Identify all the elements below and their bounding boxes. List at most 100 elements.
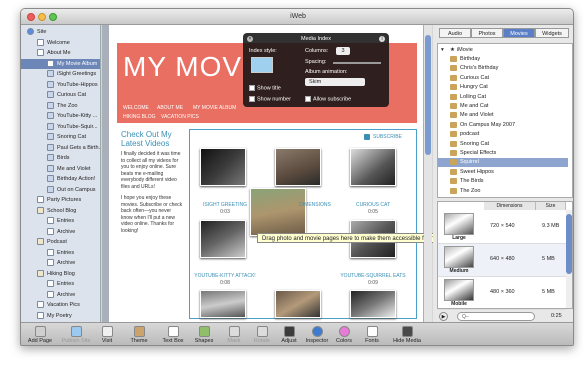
- hide-media-button[interactable]: Hide Media: [391, 323, 423, 345]
- add-page-button[interactable]: Add Page: [25, 323, 55, 345]
- tab-widgets[interactable]: Widgets: [535, 28, 569, 38]
- sidebar-item[interactable]: Welcome: [37, 38, 70, 48]
- fonts-button[interactable]: Fonts: [359, 323, 385, 345]
- sidebar-item[interactable]: Birds: [47, 153, 70, 163]
- index-style-swatch[interactable]: [251, 57, 273, 73]
- table-scrollbar[interactable]: [566, 210, 572, 308]
- sidebar-item[interactable]: The Zoo: [47, 101, 77, 111]
- sidebar-item[interactable]: YouTube-Hippos: [47, 80, 98, 90]
- video-thumbnail[interactable]: [275, 290, 321, 318]
- nav-hiking-blog[interactable]: HIKING BLOG: [123, 114, 156, 120]
- tab-movies[interactable]: Movies: [503, 28, 535, 38]
- sidebar-item[interactable]: Me and Violet: [47, 164, 91, 174]
- sidebar-item[interactable]: Archive: [47, 258, 75, 268]
- movie-folder-item[interactable]: podcast: [438, 130, 568, 139]
- sidebar-item[interactable]: Party Pictures: [37, 195, 81, 205]
- show-number-checkbox[interactable]: Show number: [249, 96, 291, 102]
- movie-folder-item[interactable]: Curious Cat: [438, 74, 568, 83]
- show-title-checkbox[interactable]: Show title: [249, 85, 281, 91]
- sidebar-item[interactable]: Entries: [47, 216, 74, 226]
- sidebar-item[interactable]: School Blog: [37, 206, 76, 216]
- sidebar-item[interactable]: Podcast: [37, 237, 67, 247]
- shapes-button[interactable]: Shapes: [189, 323, 219, 345]
- sidebar-item[interactable]: My Movie Album: [21, 58, 100, 69]
- sidebar-item[interactable]: Entries: [47, 279, 74, 289]
- movie-folder-item[interactable]: Sweet Hippos: [438, 168, 568, 177]
- rotate-button[interactable]: Rotate: [249, 323, 275, 345]
- play-button[interactable]: ▶: [439, 312, 448, 321]
- info-icon[interactable]: i: [379, 36, 385, 42]
- sidebar-item[interactable]: YouTube-Kitty ...: [47, 111, 97, 121]
- table-row[interactable]: Large 720 × 540 9.3 MB: [438, 211, 566, 244]
- nav-my-movie-album[interactable]: MY MOVIE ALBUM: [193, 105, 236, 111]
- sidebar-item[interactable]: Snoring Cat: [47, 132, 86, 142]
- sidebar-item[interactable]: Birthday Action!: [47, 174, 95, 184]
- zoom-window-button[interactable]: [49, 13, 57, 21]
- publish-site-button[interactable]: Publish Site: [59, 323, 93, 345]
- table-row[interactable]: Mobile 480 × 360 5 MB: [438, 277, 566, 310]
- sidebar-item[interactable]: About Me: [37, 48, 71, 58]
- movie-folder-item[interactable]: Me and Violet: [438, 111, 568, 120]
- movie-search-field[interactable]: Q–: [457, 312, 535, 321]
- movie-folder-item[interactable]: The Birds: [438, 177, 568, 186]
- nav-about-me[interactable]: ABOUT ME: [157, 105, 183, 111]
- inspector-button[interactable]: Inspector: [303, 323, 331, 345]
- column-size[interactable]: Size: [536, 202, 566, 210]
- movie-folder-item[interactable]: Hungry Cat: [438, 83, 568, 92]
- sidebar-item[interactable]: Archive: [47, 290, 75, 300]
- movie-folder-item[interactable]: Birthday: [438, 55, 568, 64]
- imovie-root[interactable]: ▾ ★ iMovie: [438, 46, 568, 55]
- movie-folder-item[interactable]: On Campus May 2007: [438, 121, 568, 130]
- sidebar-item[interactable]: Paul Gets a Birth...: [47, 143, 100, 153]
- dragged-giraffe-thumbnail[interactable]: [250, 188, 306, 236]
- minimize-window-button[interactable]: [38, 13, 46, 21]
- video-thumbnail[interactable]: [350, 148, 396, 186]
- video-thumbnail[interactable]: [200, 220, 246, 258]
- sidebar-item[interactable]: Curious Cat: [47, 90, 86, 100]
- text-box-button[interactable]: Text Box: [159, 323, 187, 345]
- scroll-thumb[interactable]: [425, 35, 431, 155]
- video-thumbnail[interactable]: [350, 290, 396, 318]
- sidebar-item[interactable]: Archive: [47, 227, 75, 237]
- sidebar-item[interactable]: iSight Greetings: [47, 69, 96, 79]
- media-index-hud[interactable]: × Media Index i Index style: Columns: 3 …: [243, 33, 389, 107]
- intro-text-box[interactable]: Check Out My Latest Videos I finally dec…: [121, 130, 183, 234]
- visit-button[interactable]: Visit: [95, 323, 119, 345]
- movie-folder-item[interactable]: Snoring Cat: [438, 140, 568, 149]
- subscribe-link[interactable]: SUBSCRIBE: [373, 134, 402, 140]
- nav-vacation-pics[interactable]: VACATION PICS: [161, 114, 199, 120]
- colors-button[interactable]: Colors: [333, 323, 355, 345]
- video-thumbnail[interactable]: [200, 148, 246, 186]
- sidebar-item[interactable]: Vacation Pics: [37, 300, 80, 310]
- mask-button[interactable]: Mask: [223, 323, 245, 345]
- movie-folder-item[interactable]: Squirrel: [438, 158, 568, 168]
- movie-folder-item[interactable]: Special Effects: [438, 149, 568, 158]
- video-thumbnail[interactable]: [275, 148, 321, 186]
- sidebar-item[interactable]: Out on Campus: [47, 185, 96, 195]
- sidebar-item[interactable]: Entries: [47, 248, 74, 258]
- table-row[interactable]: Medium 640 × 480 5 MB: [438, 244, 566, 277]
- movie-folder-item[interactable]: Lolling Cat: [438, 93, 568, 102]
- theme-button[interactable]: Theme: [125, 323, 153, 345]
- movie-folder-item[interactable]: Me and Cat: [438, 102, 568, 111]
- tab-photos[interactable]: Photos: [471, 28, 503, 38]
- video-thumbnail[interactable]: [200, 290, 246, 318]
- tab-audio[interactable]: Audio: [439, 28, 471, 38]
- close-window-button[interactable]: [27, 13, 35, 21]
- banner-title[interactable]: MY MOV: [123, 51, 242, 83]
- media-index-grid[interactable]: SUBSCRIBE ISIGHT GREETING 0:03 CURIOUS C…: [189, 129, 417, 319]
- sidebar-item[interactable]: Site: [27, 27, 46, 37]
- scroll-thumb[interactable]: [566, 214, 572, 274]
- column-dimensions[interactable]: Dimensions: [484, 202, 536, 210]
- canvas-scrollbar[interactable]: [424, 25, 432, 322]
- adjust-button[interactable]: Adjust: [277, 323, 301, 345]
- movie-folder-item[interactable]: Chris's Birthday: [438, 64, 568, 73]
- sidebar-item[interactable]: YouTube-Squir...: [47, 122, 98, 132]
- sidebar-item[interactable]: Hiking Blog: [37, 269, 75, 279]
- disclosure-triangle-icon[interactable]: ▾: [441, 46, 444, 55]
- animation-select[interactable]: Skim: [305, 78, 365, 86]
- columns-stepper[interactable]: 3: [336, 47, 350, 55]
- movie-folder-item[interactable]: The Zoo: [438, 187, 568, 196]
- spacing-slider[interactable]: [333, 62, 381, 64]
- sidebar-item[interactable]: My Poetry: [37, 311, 72, 321]
